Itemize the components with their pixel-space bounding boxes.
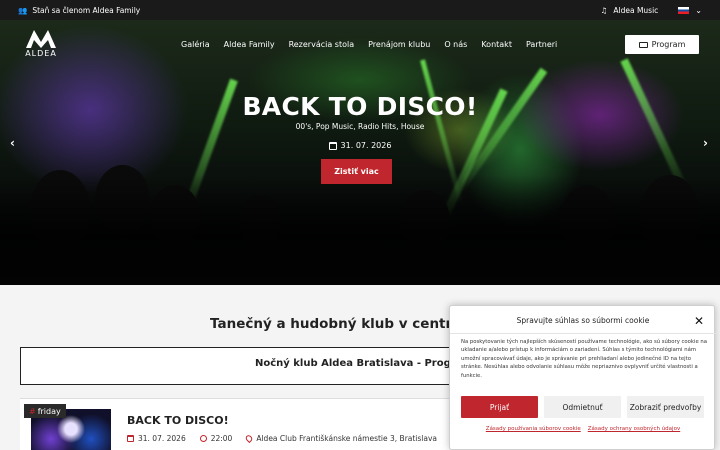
event-location: Aldea Club Františkánske námestie 3, Bra… <box>256 434 438 443</box>
music-note-icon: ♫ <box>600 5 608 15</box>
calendar-icon <box>127 435 134 442</box>
music-link[interactable]: Aldea Music <box>613 6 658 15</box>
program-box-title: Nočný klub Aldea Bratislava - Program <box>255 358 473 369</box>
event-title[interactable]: BACK TO DISCO! <box>127 414 229 427</box>
users-icon: 👥 <box>18 5 28 15</box>
nav-item-club-rental[interactable]: Prenájom klubu <box>368 40 430 49</box>
deny-button[interactable]: Odmietnuť <box>544 396 621 418</box>
accept-button[interactable]: Prijať <box>461 396 538 418</box>
event-day-tag: # friday <box>24 404 66 418</box>
chevron-down-icon[interactable]: ⌄ <box>695 6 702 15</box>
program-button-label: Program <box>651 40 686 49</box>
logo-mark-icon <box>26 30 56 48</box>
close-icon[interactable]: ✕ <box>694 314 704 328</box>
privacy-policy-link[interactable]: Zásady ochrany osobných údajov <box>588 426 680 432</box>
hero-date-text: 31. 07. 2026 <box>340 141 392 150</box>
hero-title: BACK TO DISCO! <box>242 92 478 121</box>
hero-date: 31. 07. 2026 <box>0 141 720 150</box>
divider <box>450 333 716 334</box>
preferences-button[interactable]: Zobraziť predvoľby <box>627 396 704 418</box>
event-date: 31. 07. 2026 <box>138 434 186 443</box>
event-time: 22:00 <box>210 434 233 443</box>
cookie-consent-dialog: Spravujte súhlas so súbormi cookie ✕ Na … <box>449 305 716 450</box>
site-logo[interactable]: ALDEA <box>20 28 62 62</box>
nav-item-about[interactable]: O nás <box>444 40 467 49</box>
section-title: Tanečný a hudobný klub v centre B <box>210 316 477 332</box>
clock-icon <box>199 435 207 442</box>
nav-menu: Galéria Aldea Family Rezervácia stola Pr… <box>181 40 557 49</box>
nav-item-table-reservation[interactable]: Rezervácia stola <box>289 40 355 49</box>
cookie-title: Spravujte súhlas so súbormi cookie <box>516 316 650 325</box>
nav-item-aldea-family[interactable]: Aldea Family <box>224 40 275 49</box>
nav-item-partners[interactable]: Partneri <box>526 40 557 49</box>
map-pin-icon <box>244 433 254 444</box>
calendar-icon <box>328 141 337 150</box>
arrow-right-icon[interactable]: › <box>703 136 708 150</box>
event-day-label: friday <box>37 406 61 416</box>
flag-sk-icon[interactable] <box>678 6 690 14</box>
main-nav: ALDEA Galéria Aldea Family Rezervácia st… <box>0 20 720 70</box>
nav-item-gallery[interactable]: Galéria <box>181 40 210 49</box>
learn-more-button[interactable]: Zistiť viac <box>321 159 392 184</box>
program-button[interactable]: Program <box>625 35 699 54</box>
ticket-icon <box>638 41 648 48</box>
logo-text: ALDEA <box>25 49 57 58</box>
cookie-text: Na poskytovanie tých najlepších skúsenos… <box>461 339 707 379</box>
top-bar: 👥 Staň sa členom Aldea Family ♫ Aldea Mu… <box>0 0 720 20</box>
event-meta: 31. 07. 2026 22:00 Aldea Club Františkán… <box>127 433 438 444</box>
family-link[interactable]: 👥 Staň sa členom Aldea Family <box>18 6 140 15</box>
cookie-policy-link[interactable]: Zásady používania súborov cookie <box>486 426 581 432</box>
nav-item-contact[interactable]: Kontakt <box>481 40 512 49</box>
family-link-label: Staň sa členom Aldea Family <box>32 5 141 15</box>
cookie-links: Zásady používania súborov cookie Zásady … <box>450 426 716 432</box>
hero-overlay <box>0 175 720 285</box>
hash-icon: # <box>29 406 36 416</box>
hero-subtitle: 00's, Pop Music, Radio Hits, House <box>295 122 425 131</box>
arrow-left-icon[interactable]: ‹ <box>10 136 15 150</box>
